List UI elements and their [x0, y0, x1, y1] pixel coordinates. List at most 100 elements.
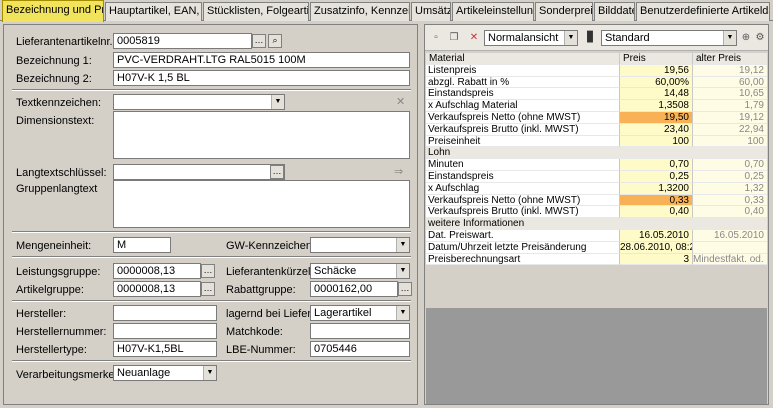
row-alter-preis: 22,94 [692, 123, 767, 136]
tab-zusatzinfo[interactable]: Zusatzinfo, Kennzeichen [310, 2, 410, 21]
herstellertype-label: Herstellertype: [16, 344, 87, 356]
row-preis[interactable]: 0,70 [619, 159, 692, 171]
tab-bilddaten[interactable]: Bilddaten [594, 2, 635, 21]
header-alter-preis: alter Preis [692, 53, 767, 65]
table-row[interactable]: Verkaufspreis Brutto (inkl. MWST) 0,40 0,4… [426, 206, 767, 219]
row-alter-preis: 0,40 [692, 206, 767, 219]
row-label: Verkaufspreis Brutto (inkl. MWST) [426, 206, 619, 219]
tab-bezeichnung-preise[interactable]: Bezeichnung und Preise [2, 0, 104, 22]
table-row[interactable]: Datum/Uhrzeit letzte Preisänderung 28.06.… [426, 241, 767, 254]
divider [12, 89, 411, 91]
table-row[interactable]: Preiseinheit 100 100 [426, 135, 767, 148]
row-preis[interactable]: 23,40 [619, 123, 692, 136]
tab-artikeleinstellungen[interactable]: Artikeleinstellungen [452, 2, 534, 21]
verarbeitungsmerker-select[interactable]: Neuanlage ▼ [113, 365, 217, 381]
row-preis[interactable]: 3 [619, 253, 692, 266]
row-label: Verkaufspreis Brutto (inkl. MWST) [426, 123, 619, 136]
bezeichnung1-field[interactable]: PVC-VERDRAHT.LTG RAL5015 100M [113, 52, 410, 68]
mengeneinheit-field[interactable]: M [113, 237, 171, 253]
table-row[interactable]: Dat. Preiswart. 16.05.2010 16.05.2010 [426, 229, 767, 242]
row-preis[interactable]: 16.05.2010 [619, 229, 692, 242]
row-preis[interactable]: 1,3508 [619, 100, 692, 112]
bezeichnung2-field[interactable]: H07V-K 1,5 BL [113, 70, 410, 86]
lagernd-select[interactable]: Lagerartikel ▼ [310, 305, 410, 321]
row-preis[interactable]: 60,00% [619, 76, 692, 89]
tab-stuecklisten[interactable]: Stücklisten, Folgeartikel [203, 2, 309, 21]
artikelgruppe-label: Artikelgruppe: [16, 284, 84, 296]
copy-icon[interactable]: ❐ [447, 31, 461, 45]
leistungsgruppe-label: Leistungsgruppe: [16, 266, 101, 278]
table-row[interactable]: Einstandspreis 0,25 0,25 [426, 170, 767, 183]
hersteller-field[interactable] [113, 305, 217, 321]
row-preis[interactable]: 100 [619, 135, 692, 148]
row-preis[interactable]: 1,3200 [619, 182, 692, 195]
price-grid-panel: ▫ ❐ ✕ Normalansicht ▼ ▊ Standard ▼ ⊕ ⚙ Mat… [424, 24, 769, 405]
row-alter-preis: Mindestfakt. od. L [692, 253, 767, 266]
table-row[interactable]: x Aufschlag Material 1,3508 1,79 [426, 100, 767, 112]
table-row[interactable]: Verkaufspreis Netto (ohne MWST) 19,50 19,1… [426, 111, 767, 124]
settings-icon[interactable]: ⚙ [753, 31, 767, 45]
table-row[interactable]: Listenpreis 19,56 19,12 [426, 64, 767, 77]
browse-button[interactable]: … [398, 282, 412, 296]
dimensionstext-area[interactable] [113, 111, 410, 159]
gruppenlangtext-area[interactable] [113, 180, 410, 228]
gw-kennzeichen-select[interactable]: ▼ [310, 237, 410, 253]
browse-button[interactable]: … [201, 282, 215, 296]
mengeneinheit-label: Mengeneinheit: [16, 240, 92, 252]
table-row[interactable]: Verkaufspreis Brutto (inkl. MWST) 23,40 22… [426, 123, 767, 136]
verarbeitungsmerker-label: Verarbeitungsmerker: [16, 369, 122, 381]
tab-umsaetze[interactable]: Umsätze [411, 2, 451, 21]
row-preis[interactable]: 19,50 [619, 111, 692, 124]
tab-hauptartikel[interactable]: Hauptartikel, EAN, Lager [105, 2, 202, 21]
grid-toolbar: ▫ ❐ ✕ Normalansicht ▼ ▊ Standard ▼ ⊕ ⚙ [425, 25, 768, 51]
divider [12, 360, 411, 362]
article-form-panel: Lieferantenartikelnr.: 0005819 … ⌕ Bezei… [3, 24, 418, 405]
browse-button[interactable]: … [252, 34, 266, 48]
row-preis[interactable]: 19,56 [619, 64, 692, 77]
search-icon[interactable]: ⌕ [268, 34, 282, 48]
table-row[interactable]: Einstandspreis 14,48 10,65 [426, 88, 767, 101]
layout-select-value: Standard [605, 32, 650, 44]
table-row[interactable]: Minuten 0,70 0,70 [426, 159, 767, 171]
textkennzeichen-select[interactable]: ▼ [113, 94, 285, 110]
tab-sonderpreise[interactable]: Sonderpreise [535, 2, 593, 21]
table-row[interactable]: x Aufschlag 1,3200 1,32 [426, 182, 767, 195]
layout-select[interactable]: Standard ▼ [601, 30, 737, 46]
weitere-rows: Dat. Preiswart. 16.05.2010 16.05.2010 Datum… [426, 229, 767, 266]
leistungsgruppe-field[interactable]: 0000008,13 [113, 263, 201, 279]
table-row[interactable]: Verkaufspreis Netto (ohne MWST) 0,33 0,33 [426, 194, 767, 207]
row-label: Preisberechnungsart [426, 253, 619, 266]
clear-icon[interactable]: ✕ [396, 95, 405, 108]
rabattgruppe-field[interactable]: 0000162,00 [310, 281, 398, 297]
row-preis[interactable]: 0,33 [619, 194, 692, 207]
tab-benutzerdefiniert[interactable]: Benutzerdefinierte Artikeldaten [636, 2, 770, 21]
gruppenlangtext-label: Gruppenlangtext [16, 183, 98, 195]
browse-button[interactable]: … [270, 165, 284, 179]
section-lohn: Lohn [426, 147, 767, 160]
new-icon[interactable]: ▫ [429, 31, 443, 45]
verarbeitungsmerker-value: Neuanlage [117, 367, 171, 379]
add-layout-icon[interactable]: ⊕ [739, 31, 753, 45]
delete-icon[interactable]: ✕ [467, 31, 481, 45]
row-preis[interactable]: 0,25 [619, 170, 692, 183]
browse-button[interactable]: … [201, 264, 215, 278]
lieferantenartikelnr-field[interactable]: 0005819 [113, 33, 252, 49]
chart-icon[interactable]: ▊ [584, 31, 598, 45]
row-alter-preis: 100 [692, 135, 767, 148]
lieferantenkuerzel-select[interactable]: Schäcke ▼ [310, 263, 410, 279]
lbe-nummer-field[interactable]: 0705446 [310, 341, 410, 357]
herstellernummer-field[interactable] [113, 323, 217, 339]
lieferantenkuerzel-label: Lieferantenkürzel: [226, 266, 314, 278]
herstellertype-field[interactable]: H07V-K1,5BL [113, 341, 217, 357]
table-row[interactable]: Preisberechnungsart 3 Mindestfakt. od. L [426, 253, 767, 266]
row-preis[interactable]: 0,40 [619, 206, 692, 219]
table-row[interactable]: abzgl. Rabatt in % 60,00% 60,00 [426, 76, 767, 89]
matchkode-field[interactable] [310, 323, 410, 339]
row-preis[interactable]: 14,48 [619, 88, 692, 101]
view-select[interactable]: Normalansicht ▼ [484, 30, 578, 46]
material-rows: Listenpreis 19,56 19,12 abzgl. Rabatt in % 6… [426, 64, 767, 148]
artikelgruppe-field[interactable]: 0000008,13 [113, 281, 201, 297]
langtextschluessel-field[interactable] [113, 164, 285, 180]
row-preis[interactable]: 28.06.2010, 08:25:13 [619, 241, 692, 254]
arrow-right-icon[interactable]: ⇒ [394, 165, 403, 178]
